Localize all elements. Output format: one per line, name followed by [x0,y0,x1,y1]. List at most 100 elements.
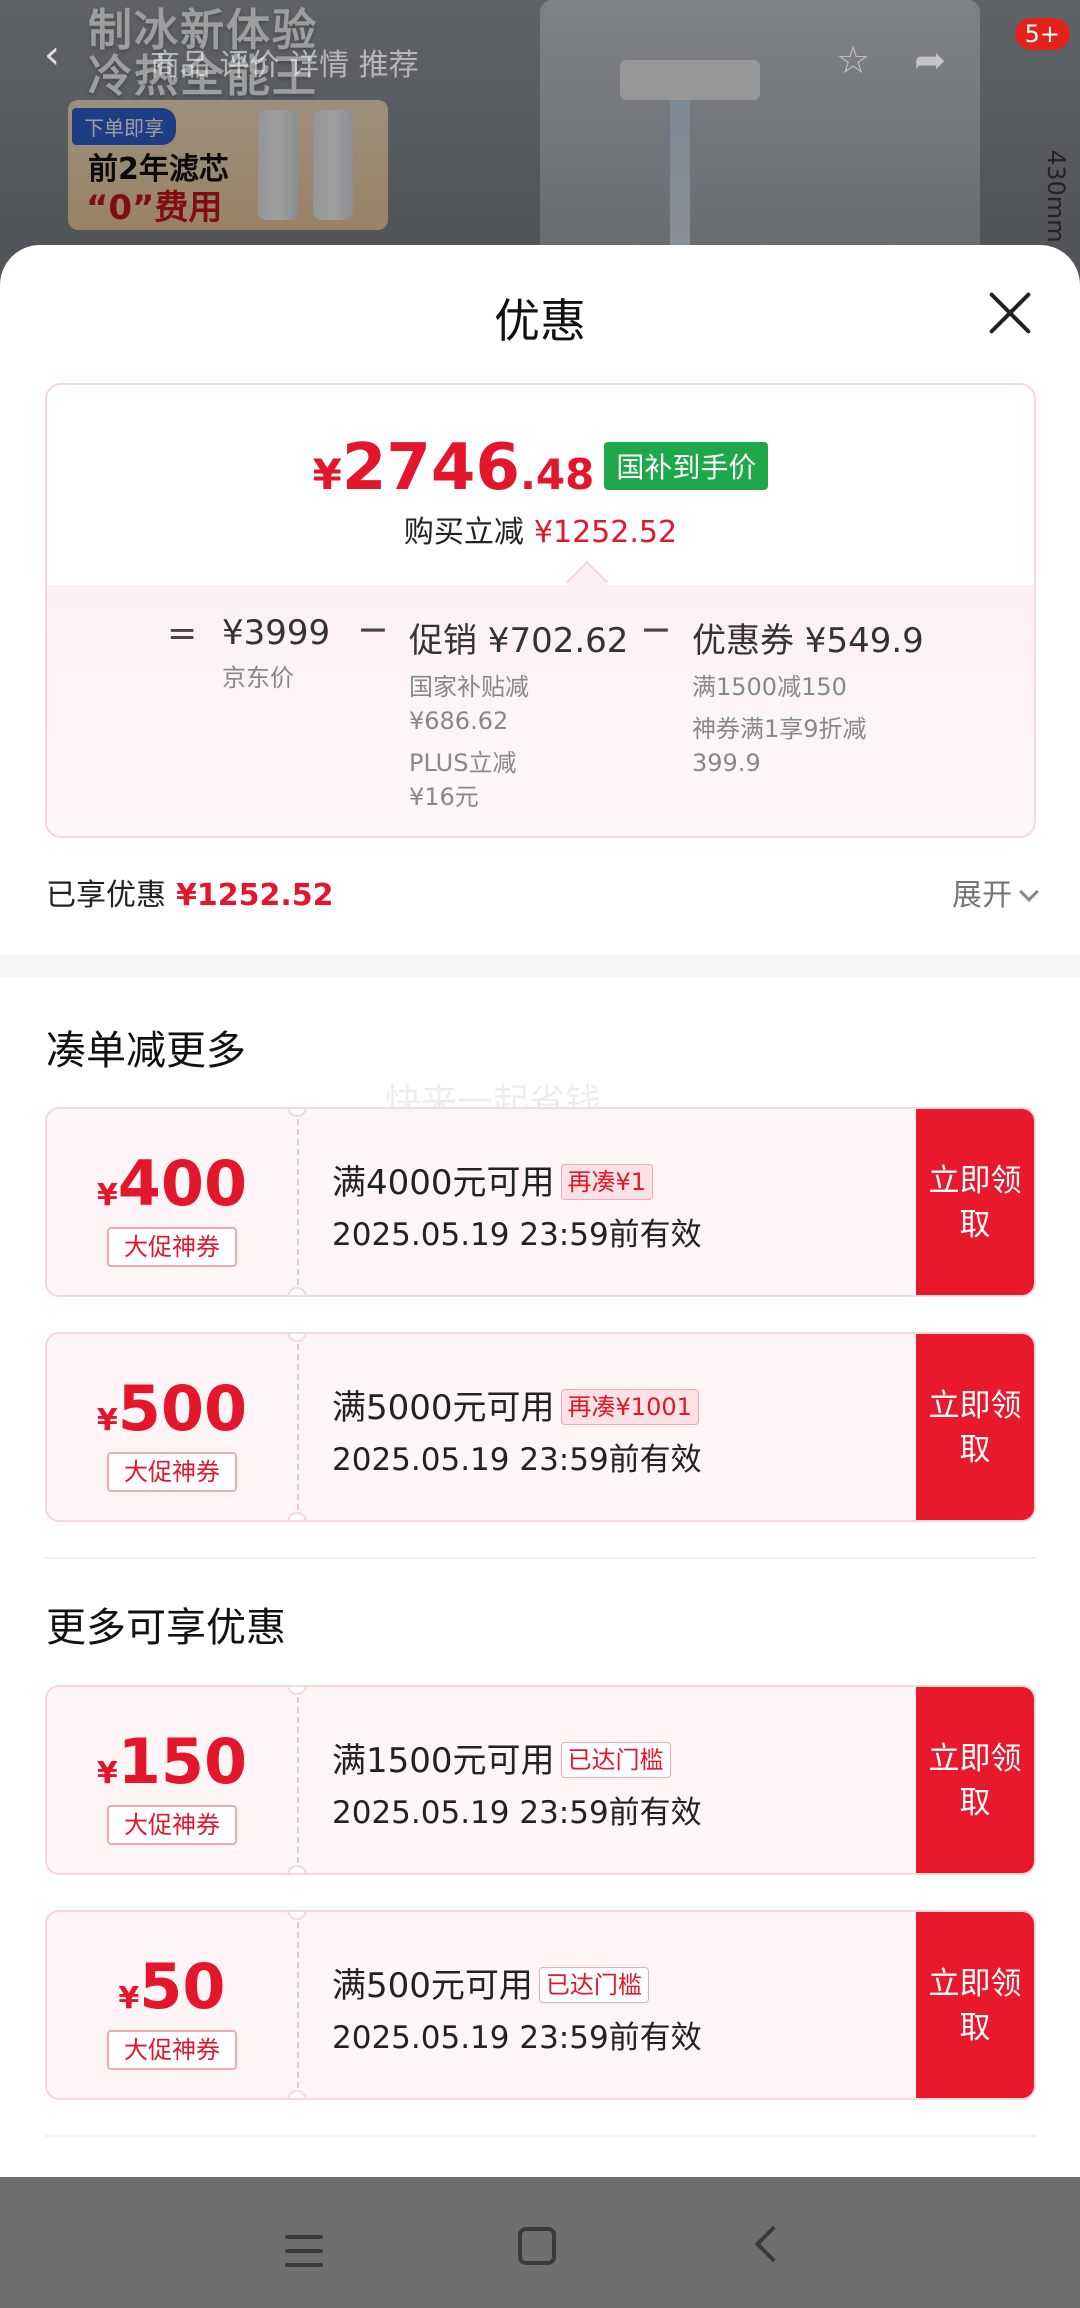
coupon-condition: 满5000元可用 再凑¥1001 [332,1380,699,1429]
coupon-amount: ¥150 [47,1725,297,1798]
coupon-amount-value: 150 [117,1725,248,1798]
promo-column: 促销 ¥702.62 国家补贴减 ¥686.62 PLUS立减 ¥16元 [409,613,628,814]
promo-detail-4: ¥16元 [409,783,479,811]
home-icon[interactable] [518,2227,556,2265]
claim-coupon-button[interactable]: 立即领取 [916,1109,1034,1295]
coupon-notch [287,1865,307,1873]
coupon-condition-text: 满4000元可用 [332,1163,555,1203]
chevron-down-icon [1019,882,1039,902]
enjoyed-value: ¥1252.52 [176,878,334,913]
nav-icons: ☆➦ [836,38,990,82]
price-currency: ¥ [312,450,342,499]
coupon-value-area: ¥50 大促神券 [47,1912,297,2098]
coupon-type: 大促神券 [107,1227,237,1267]
coupon-card: ¥400 大促神券 满4000元可用 再凑¥1 2025.05.19 23:59前… [45,1107,1036,1297]
price-decimal: .48 [519,450,595,499]
section-title-more-offers: 更多可享优惠 [46,1605,286,1651]
coupon-amount: ¥400 [47,1147,297,1220]
coupon-condition-text: 满1500元可用 [332,1741,555,1781]
coupon-validity: 2025.05.19 23:59前有效 [332,2020,702,2056]
instant-discount-label: 购买立减 [403,515,524,550]
claim-coupon-button[interactable]: 立即领取 [916,1334,1034,1520]
coupon-value-area: ¥500 大促神券 [47,1334,297,1520]
top-nav: ‹ 商品 评价 详情 推荐 ☆➦ [0,28,1080,88]
expand-button[interactable]: 展开 [952,870,1039,914]
promo-total: 促销 ¥702.62 [409,621,629,661]
instant-discount: 购买立减 ¥1252.52 [47,507,1034,551]
section-divider [0,955,1080,977]
price-breakdown: = ¥3999 京东价 − 促销 ¥702.62 国家补贴减 ¥686.62 P… [47,585,1034,836]
system-nav-bar [0,2177,1080,2308]
coupon-currency: ¥ [96,1756,118,1791]
coupon-currency: ¥ [96,1403,118,1438]
equals-sign: = [167,613,198,654]
coupon-currency: ¥ [118,1981,140,2016]
coupon-separator [297,1912,299,2098]
promo-detail-3: PLUS立减 [409,749,517,777]
coupon-card: ¥50 大促神券 满500元可用 已达门槛 2025.05.19 23:59前有效… [45,1910,1036,2100]
back-icon[interactable] [754,2225,792,2263]
divider [45,1557,1036,1559]
coupon-notch [287,1287,307,1295]
minus-sign: − [640,607,672,651]
coupon-separator [297,1109,299,1295]
nav-tabs: 商品 评价 详情 推荐 [150,48,419,83]
threshold-reached-tag: 已达门槛 [560,1742,671,1778]
instant-discount-value: ¥1252.52 [533,515,678,550]
coupon-detail-1: 满1500减150 [692,673,847,701]
coupon-amount: ¥50 [47,1950,297,2023]
promo-detail: 国家补贴减 ¥686.62 PLUS立减 ¥16元 [409,670,628,814]
coupon-card: ¥500 大促神券 满5000元可用 再凑¥1001 2025.05.19 23:… [45,1332,1036,1522]
coupon-amount-value: 500 [117,1372,248,1445]
claim-coupon-button[interactable]: 立即领取 [916,1687,1034,1873]
promo-detail-2: ¥686.62 [409,707,509,735]
cart-badge: 5+ [1014,18,1070,50]
coupon-value-area: ¥400 大促神券 [47,1109,297,1295]
jd-price-column: ¥3999 京东价 [222,613,330,695]
claim-coupon-button[interactable]: 立即领取 [916,1912,1034,2098]
discount-sheet: 优惠 ¥2746.48 国补到手价 购买立减 ¥1252.52 = ¥3999 京东… [0,245,1080,2177]
coupon-amount-value: 50 [139,1950,226,2023]
promo-detail-1: 国家补贴减 [409,673,529,701]
price-card: ¥2746.48 国补到手价 购买立减 ¥1252.52 = ¥3999 京东价 −… [45,383,1036,838]
price-integer: 2746 [341,431,520,505]
coupon-type: 大促神券 [107,1452,237,1492]
coupon-separator [297,1687,299,1873]
coupon-condition: 满500元可用 已达门槛 [332,1958,649,2007]
coupon-gap-tag: 再凑¥1 [560,1164,654,1200]
coupon-amount: ¥500 [47,1372,297,1445]
jd-price: ¥3999 [222,613,331,653]
coupon-notch [287,1512,307,1520]
sheet-title: 优惠 [494,294,586,348]
coupon-detail-3: 399.9 [692,749,761,777]
coupon-detail: 满1500减150 神券满1享9折减 399.9 [692,670,924,780]
expand-label: 展开 [952,878,1012,913]
coupon-condition-text: 满500元可用 [332,1966,533,2006]
coupon-validity: 2025.05.19 23:59前有效 [332,1795,702,1831]
recent-apps-icon[interactable] [285,2235,323,2277]
coupon-value-area: ¥150 大促神券 [47,1687,297,1873]
coupon-column: 优惠券 ¥549.9 满1500减150 神券满1享9折减 399.9 [692,613,924,780]
coupon-currency: ¥ [96,1178,118,1213]
enjoyed-label: 已享优惠 [46,878,166,913]
coupon-condition: 满1500元可用 已达门槛 [332,1733,671,1782]
subsidy-badge: 国补到手价 [604,442,769,490]
section-title-add-on: 凑单减更多 [46,1028,246,1074]
coupon-total: 优惠券 ¥549.9 [692,621,924,661]
coupon-validity: 2025.05.19 23:59前有效 [332,1217,702,1253]
threshold-reached-tag: 已达门槛 [538,1967,649,2003]
minus-sign: − [357,607,389,651]
back-icon[interactable]: ‹ [44,32,84,80]
close-icon[interactable] [980,283,1040,343]
jd-price-label: 京东价 [222,664,294,692]
coupon-condition: 满4000元可用 再凑¥1 [332,1155,654,1204]
coupon-type: 大促神券 [107,1805,237,1845]
coupon-type: 大促神券 [107,2030,237,2070]
coupon-notch [287,2090,307,2098]
coupon-detail-2: 神券满1享9折减 [692,715,867,743]
enjoyed-discount: 已享优惠 ¥1252.52 [46,870,334,914]
coupon-validity: 2025.05.19 23:59前有效 [332,1442,702,1478]
dimension-label: 430mm [1042,150,1070,243]
coupon-card: ¥150 大促神券 满1500元可用 已达门槛 2025.05.19 23:59前… [45,1685,1036,1875]
coupon-separator [297,1334,299,1520]
